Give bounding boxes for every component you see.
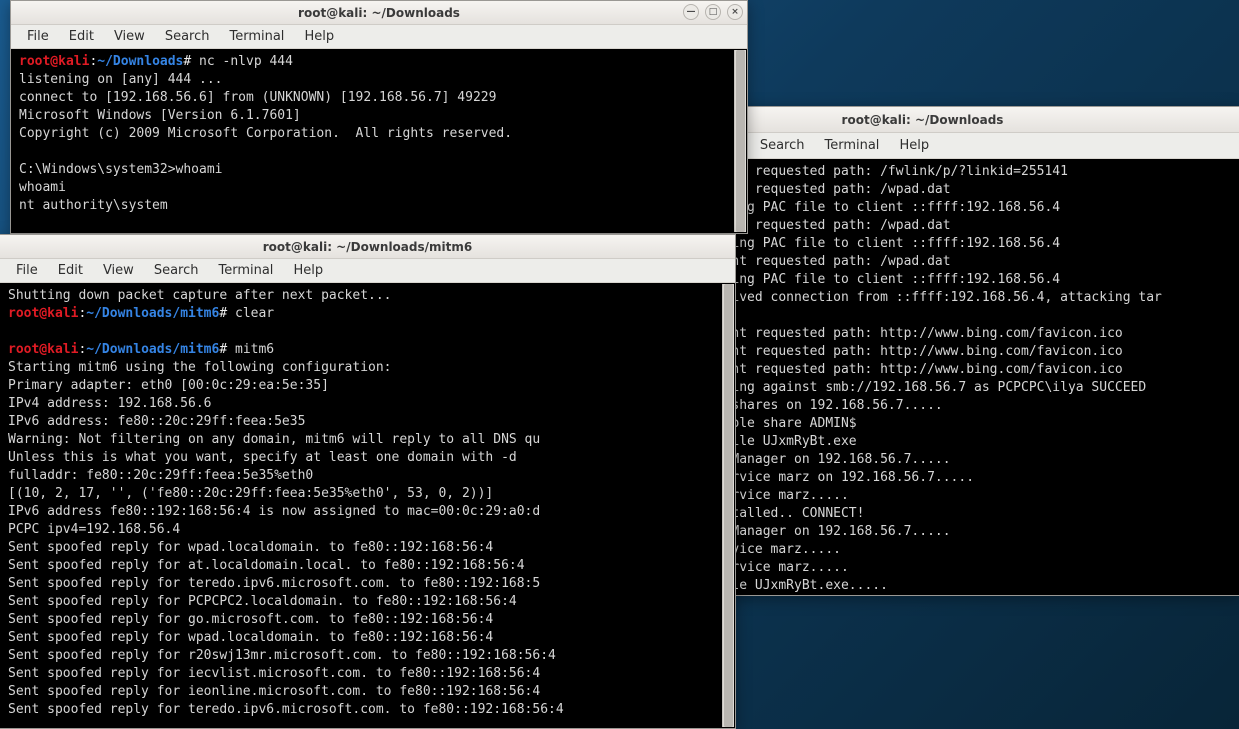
scroll-thumb[interactable] (724, 284, 733, 727)
prompt-path: ~/Downloads (97, 54, 183, 69)
prompt-hash: # (219, 306, 227, 321)
output-lines: Starting mitm6 using the following confi… (8, 360, 564, 717)
menu-view[interactable]: View (104, 26, 155, 47)
command: nc -nlvp 444 (191, 54, 293, 69)
output-line: Shutting down packet capture after next … (8, 288, 392, 303)
menu-file[interactable]: File (6, 260, 48, 281)
maximize-icon[interactable]: □ (705, 4, 721, 20)
menu-terminal[interactable]: Terminal (814, 135, 889, 156)
menu-help[interactable]: Help (889, 135, 939, 156)
menu-terminal[interactable]: Terminal (208, 260, 283, 281)
prompt-user: root@kali (8, 306, 78, 321)
command: mitm6 (227, 342, 274, 357)
menu-edit[interactable]: Edit (59, 26, 104, 47)
menu-edit[interactable]: Edit (48, 260, 93, 281)
menu-view[interactable]: View (93, 260, 144, 281)
menu-help[interactable]: Help (283, 260, 333, 281)
titlebar[interactable]: root@kali: ~/Downloads — □ × (11, 1, 747, 25)
menu-search[interactable]: Search (750, 135, 815, 156)
output-lines: listening on [any] 444 ... connect to [1… (19, 72, 512, 213)
prompt-path: ~/Downloads/mitm6 (86, 306, 219, 321)
menu-search[interactable]: Search (144, 260, 209, 281)
window-title: root@kali: ~/Downloads (842, 113, 1004, 127)
scrollbar[interactable] (722, 284, 734, 727)
command: clear (227, 306, 274, 321)
window-title: root@kali: ~/Downloads/mitm6 (263, 240, 472, 254)
scrollbar[interactable] (734, 50, 746, 232)
menubar: File Edit View Search Terminal Help (0, 259, 735, 283)
terminal-output[interactable]: Shutting down packet capture after next … (0, 283, 735, 728)
menu-terminal[interactable]: Terminal (219, 26, 294, 47)
terminal-window-mitm6[interactable]: root@kali: ~/Downloads/mitm6 File Edit V… (0, 234, 736, 729)
titlebar[interactable]: root@kali: ~/Downloads/mitm6 (0, 235, 735, 259)
menu-file[interactable]: File (17, 26, 59, 47)
window-title: root@kali: ~/Downloads (298, 6, 460, 20)
menubar: File Edit View Search Terminal Help (11, 25, 747, 49)
prompt-user: root@kali (8, 342, 78, 357)
prompt-path: ~/Downloads/mitm6 (86, 342, 219, 357)
menu-help[interactable]: Help (294, 26, 344, 47)
minimize-icon[interactable]: — (683, 4, 699, 20)
menu-search[interactable]: Search (155, 26, 220, 47)
close-icon[interactable]: × (727, 4, 743, 20)
terminal-output[interactable]: root@kali:~/Downloads# nc -nlvp 444 list… (11, 49, 747, 233)
prompt-user: root@kali (19, 54, 89, 69)
prompt-hash: # (219, 342, 227, 357)
scroll-thumb[interactable] (736, 50, 745, 232)
terminal-window-nc[interactable]: root@kali: ~/Downloads — □ × File Edit V… (10, 0, 748, 234)
